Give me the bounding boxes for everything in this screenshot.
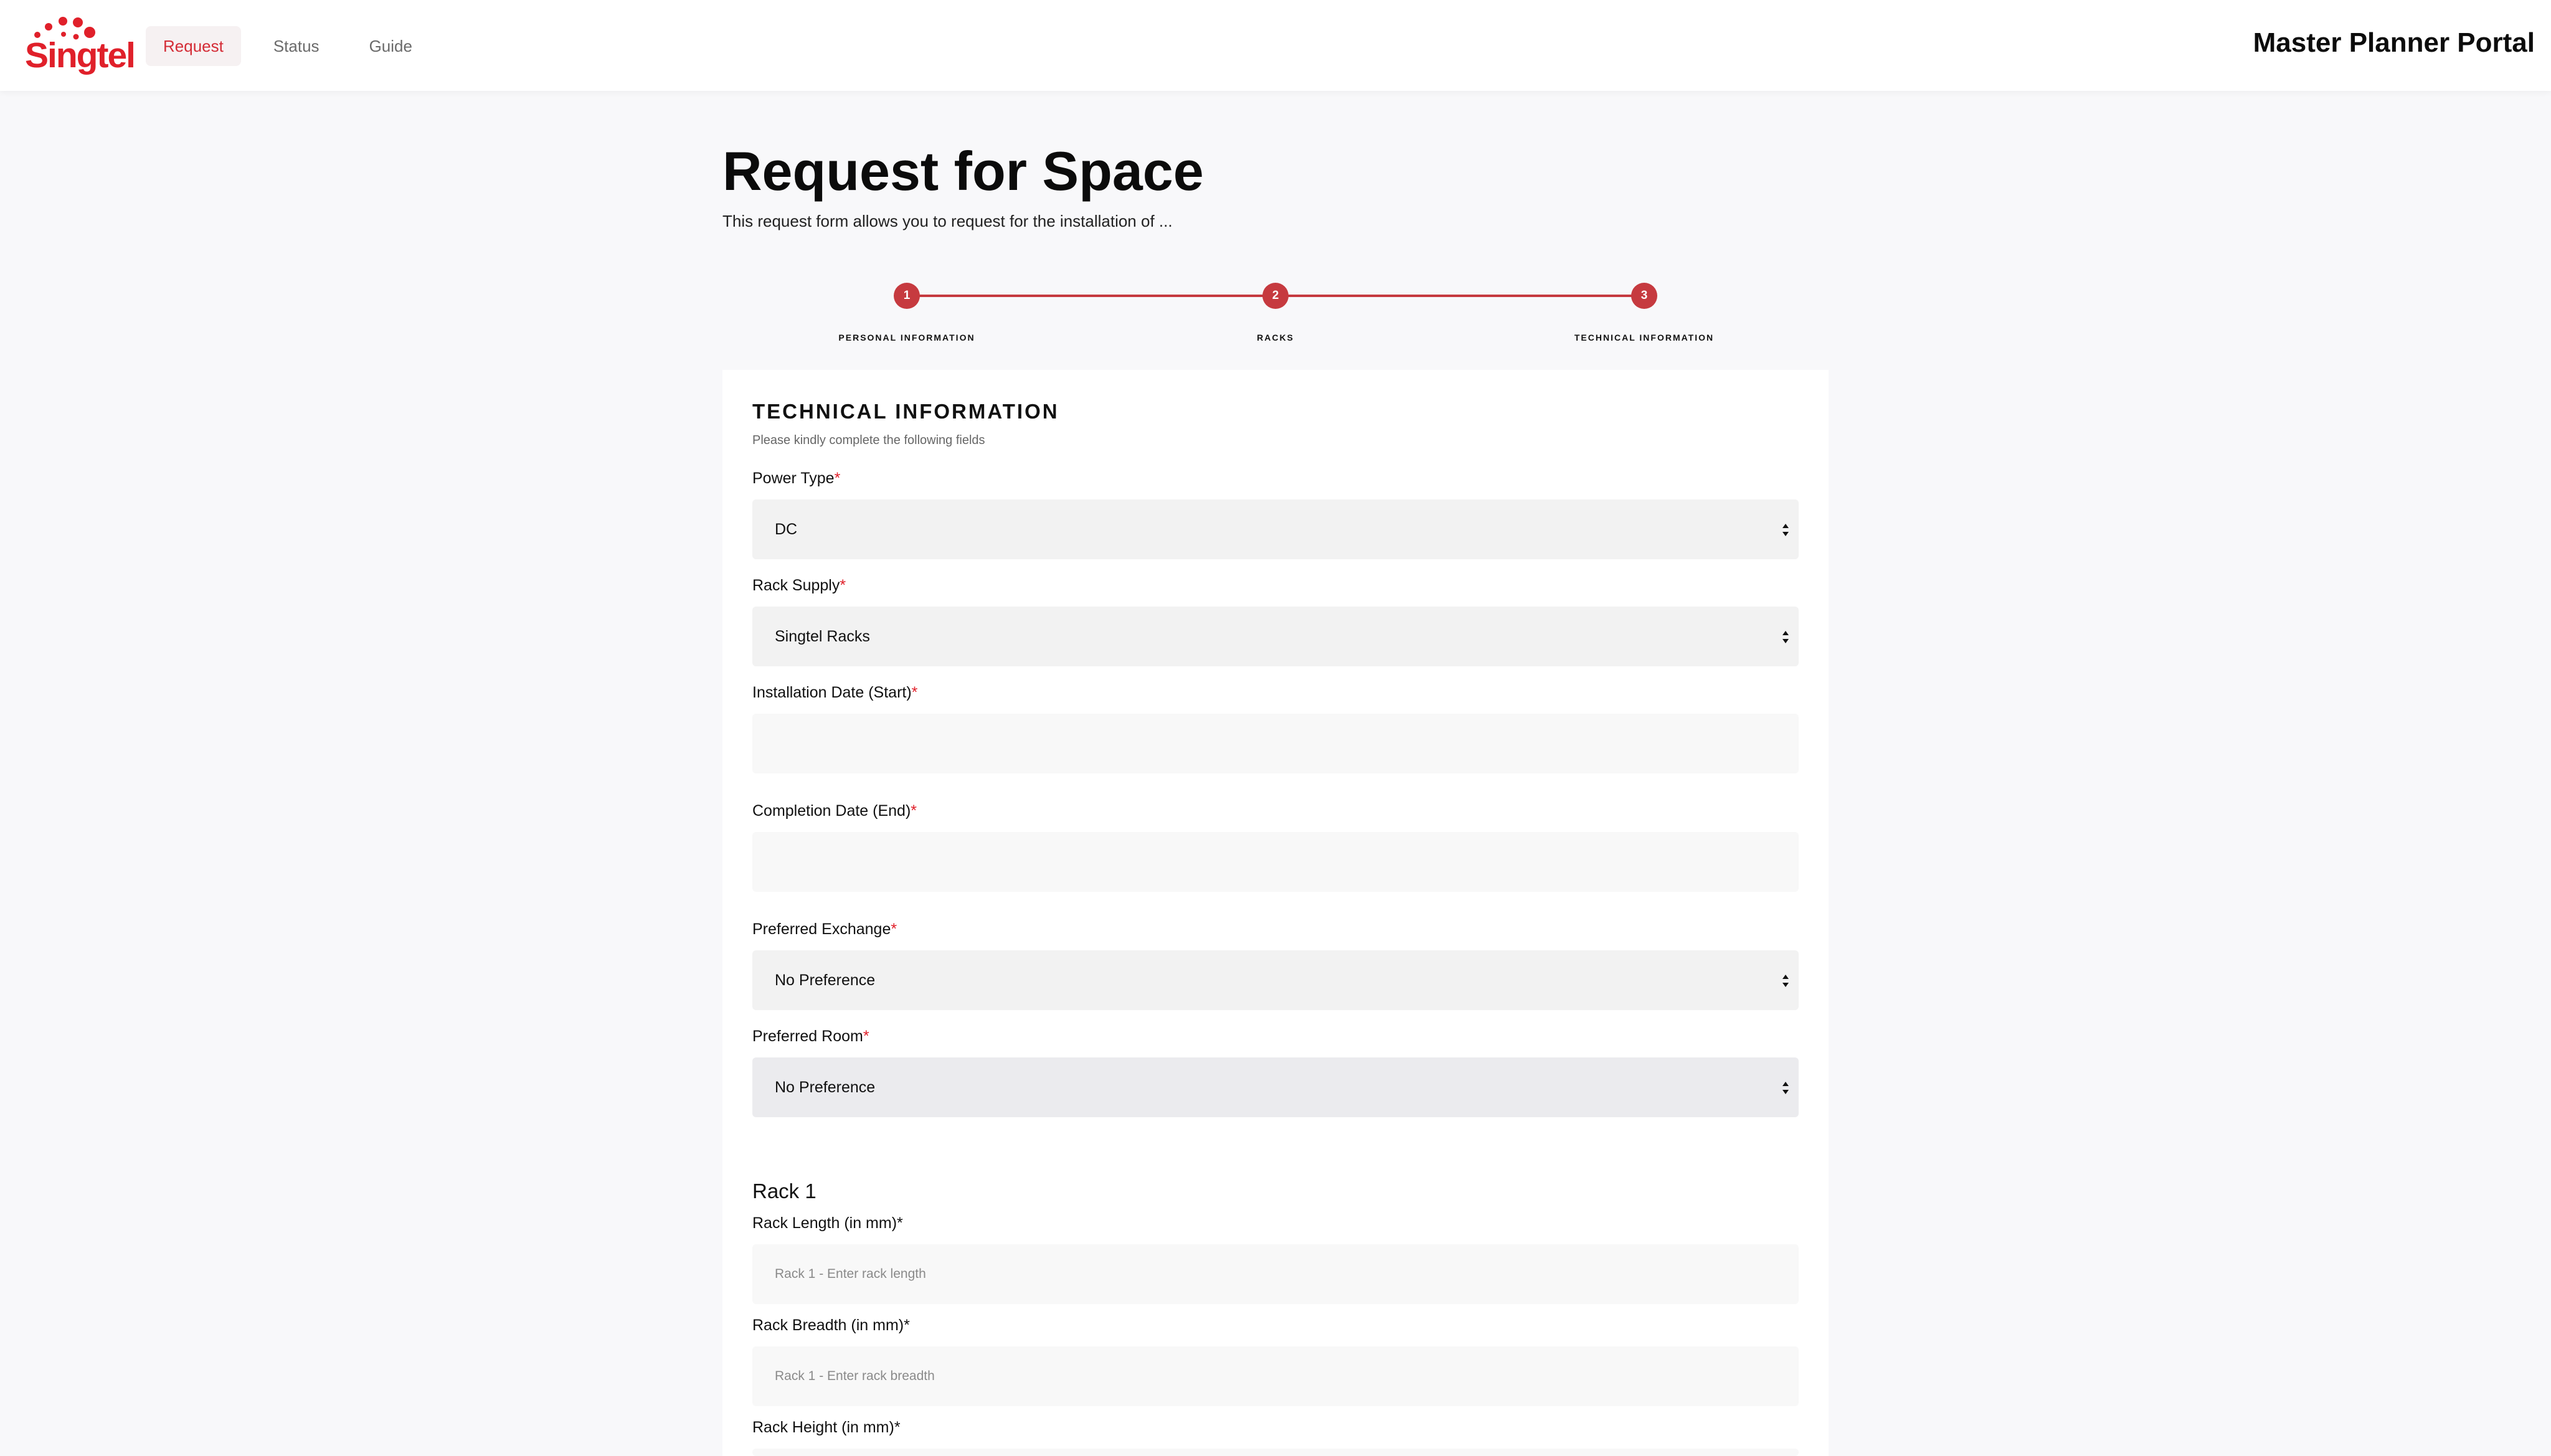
- step-technical-information[interactable]: 3 TECHNICAL INFORMATION: [1520, 279, 1769, 343]
- installation-date-label: Installation Date (Start)*: [752, 684, 918, 701]
- logo-wordmark: Singtel: [25, 35, 136, 75]
- preferred-exchange-select[interactable]: No Preference: [752, 950, 1799, 1010]
- step-number-badge: 3: [1631, 283, 1657, 309]
- nav-guide[interactable]: Guide: [352, 26, 430, 66]
- step-label: TECHNICAL INFORMATION: [1574, 333, 1715, 343]
- rack-length-input[interactable]: Rack 1 - Enter rack length: [752, 1244, 1799, 1304]
- required-asterisk: *: [863, 1028, 869, 1045]
- main-nav: Request Status Guide: [146, 26, 430, 66]
- preferred-room-value: No Preference: [775, 1079, 876, 1096]
- rack-length-label: Rack Length (in mm)*: [752, 1214, 903, 1232]
- preferred-room-select[interactable]: No Preference: [752, 1057, 1799, 1117]
- step-racks[interactable]: 2 RACKS: [1151, 279, 1400, 343]
- required-asterisk: *: [834, 470, 841, 487]
- completion-date-label: Completion Date (End)*: [752, 802, 917, 820]
- rack-breadth-label: Rack Breadth (in mm)*: [752, 1317, 910, 1334]
- technical-information-form: TECHNICAL INFORMATION Please kindly comp…: [722, 370, 1829, 1456]
- select-arrows-icon: [1782, 975, 1789, 987]
- rack-supply-select[interactable]: Singtel Racks: [752, 607, 1799, 666]
- select-arrows-icon: [1782, 1082, 1789, 1094]
- preferred-exchange-label: Preferred Exchange*: [752, 920, 897, 938]
- page-subtitle: This request form allows you to request …: [722, 212, 1173, 230]
- progress-stepper: 1 PERSONAL INFORMATION 2 RACKS 3 TECHNIC…: [722, 279, 1829, 343]
- rack-heading: Rack 1: [752, 1179, 816, 1203]
- power-type-value: DC: [775, 521, 798, 538]
- required-asterisk: *: [840, 577, 846, 594]
- required-asterisk: *: [911, 684, 918, 701]
- select-arrows-icon: [1782, 524, 1789, 536]
- rack-length-placeholder: Rack 1 - Enter rack length: [775, 1267, 926, 1281]
- step-number-badge: 2: [1262, 283, 1289, 309]
- completion-date-input[interactable]: [752, 832, 1799, 892]
- rack-breadth-placeholder: Rack 1 - Enter rack breadth: [775, 1369, 935, 1383]
- rack-breadth-input[interactable]: Rack 1 - Enter rack breadth: [752, 1346, 1799, 1406]
- portal-title: Master Planner Portal: [2253, 27, 2535, 58]
- rack-supply-label: Rack Supply*: [752, 577, 846, 594]
- required-asterisk: *: [891, 920, 897, 938]
- preferred-room-label: Preferred Room*: [752, 1028, 869, 1045]
- top-navigation-bar: Singtel Request Status Guide Master Plan…: [0, 0, 2551, 91]
- rack-height-label: Rack Height (in mm)*: [752, 1419, 901, 1436]
- required-asterisk: *: [911, 802, 917, 820]
- select-arrows-icon: [1782, 631, 1789, 643]
- step-number-badge: 1: [894, 283, 920, 309]
- singtel-logo[interactable]: Singtel: [25, 16, 136, 75]
- power-type-select[interactable]: DC: [752, 499, 1799, 559]
- step-label: PERSONAL INFORMATION: [838, 333, 975, 343]
- page-title: Request for Space: [722, 140, 1204, 202]
- section-title: TECHNICAL INFORMATION: [752, 400, 1059, 423]
- rack-supply-value: Singtel Racks: [775, 628, 870, 645]
- nav-status[interactable]: Status: [256, 26, 337, 66]
- installation-date-input[interactable]: [752, 714, 1799, 773]
- step-personal-information[interactable]: 1 PERSONAL INFORMATION: [782, 279, 1031, 343]
- preferred-exchange-value: No Preference: [775, 971, 876, 989]
- nav-request[interactable]: Request: [146, 26, 241, 66]
- section-subtitle: Please kindly complete the following fie…: [752, 433, 985, 447]
- power-type-label: Power Type*: [752, 470, 841, 487]
- rack-height-input[interactable]: [752, 1449, 1799, 1456]
- step-label: RACKS: [1257, 333, 1294, 343]
